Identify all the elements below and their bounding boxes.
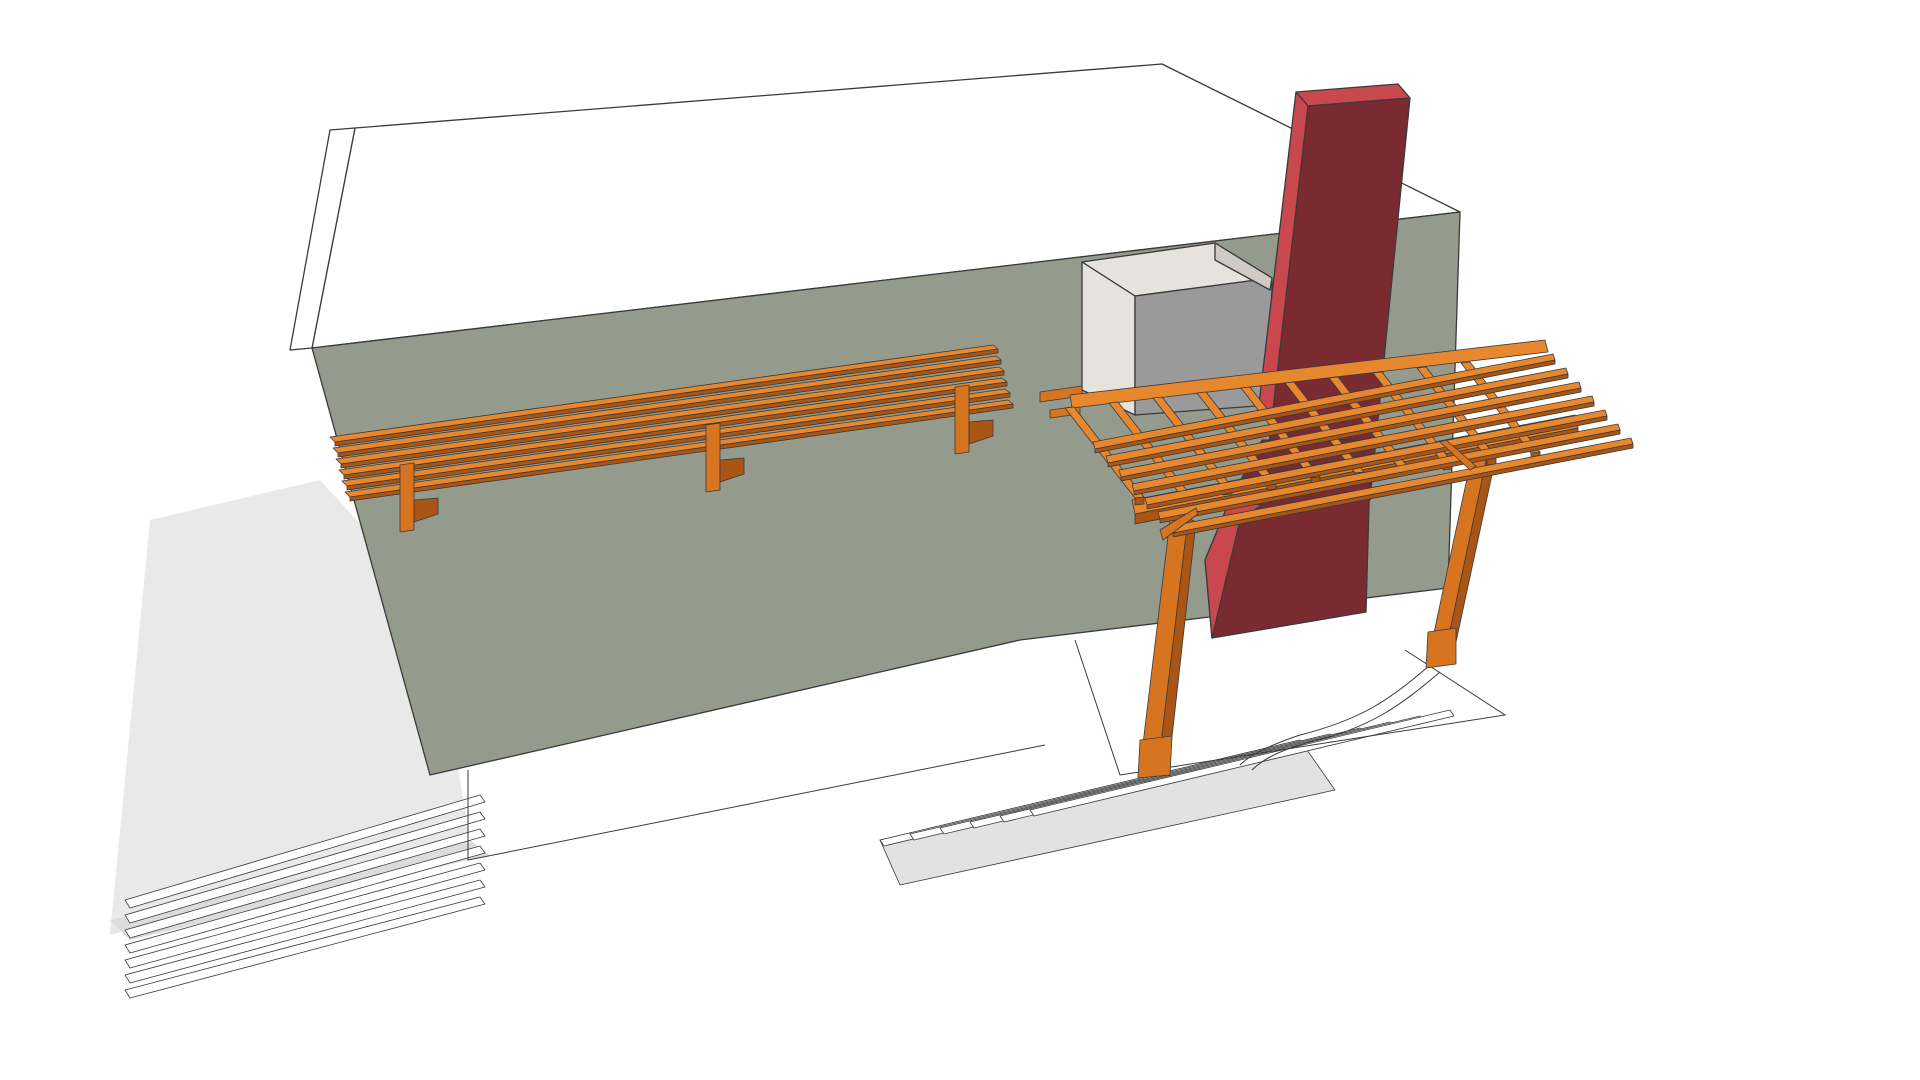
pergola-post-base [1137,735,1173,779]
trellis-bracket [954,384,970,455]
pergola-rafter-end [1134,496,1145,506]
shadow-area [879,739,1336,886]
trellis-bracket [399,462,415,533]
trellis-bracket [705,422,721,493]
model-viewport [110,63,1634,999]
pergola-post-base [1425,627,1457,669]
